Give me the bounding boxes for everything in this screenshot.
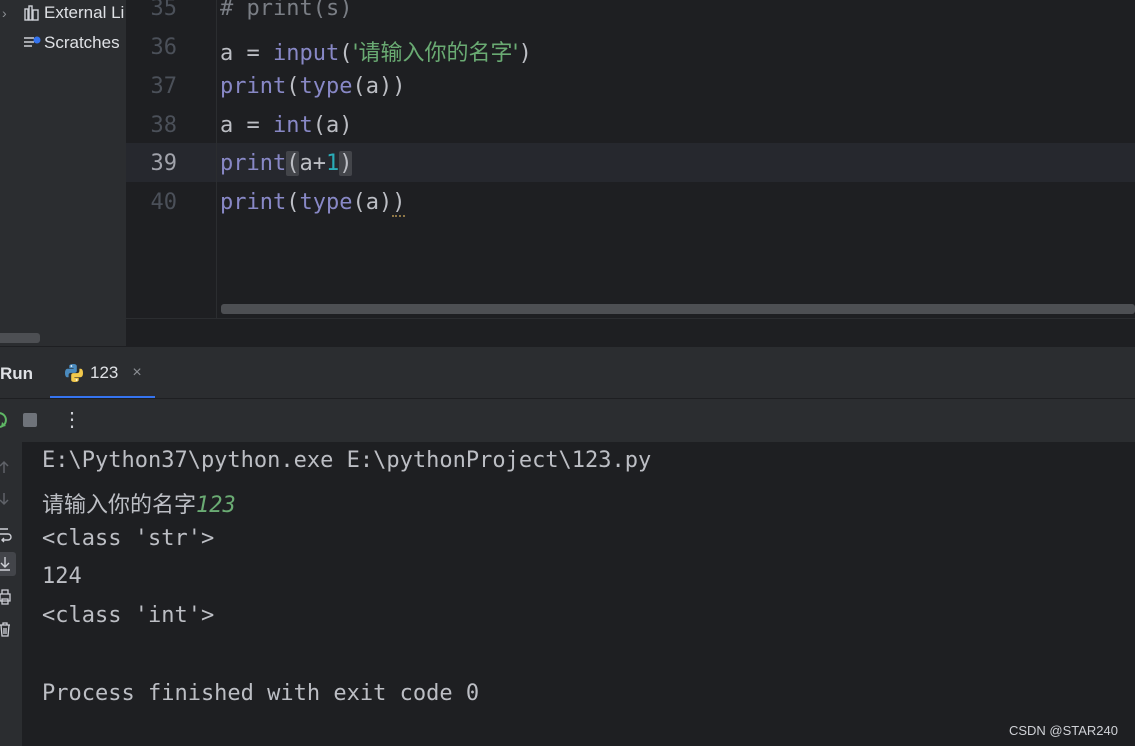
console-line-exit: Process finished with exit code 0 — [42, 681, 480, 706]
code-line: a = int(a) — [220, 113, 353, 138]
tree-item-label: Scratches — [44, 33, 120, 52]
line-number: 37 — [150, 74, 178, 99]
scroll-to-end-icon[interactable] — [0, 552, 16, 576]
console-output[interactable]: E:\Python37\python.exe E:\pythonProject\… — [22, 442, 1135, 746]
code-line-current: print(a+1) — [220, 151, 353, 176]
scratches-icon — [23, 35, 41, 51]
line-number: 38 — [150, 113, 178, 138]
code-line: # print(s) — [220, 0, 353, 21]
gutter-separator — [216, 0, 217, 318]
arrow-down-icon[interactable] — [0, 488, 16, 512]
input-prompt: 请输入你的名字 — [42, 493, 197, 518]
project-tree-panel: › External Li Scratches — [0, 0, 126, 346]
code-line: print(type(a)) — [220, 74, 406, 99]
line-number: 36 — [150, 35, 178, 60]
run-tab-label: 123 — [90, 363, 119, 382]
line-number-gutter: 35 36 37 38 39 40 — [126, 0, 216, 318]
editor-bottom-strip — [126, 318, 1135, 347]
line-number-current: 39 — [150, 151, 178, 176]
project-scrollbar[interactable] — [0, 333, 40, 343]
print-icon[interactable] — [0, 586, 16, 610]
user-input-value: 123 — [196, 493, 236, 518]
line-number: 40 — [150, 190, 178, 215]
more-options-icon[interactable]: ⋮ — [62, 407, 82, 432]
rerun-icon[interactable] — [0, 409, 10, 431]
chevron-right-icon[interactable]: › — [2, 5, 14, 21]
console-line-command: E:\Python37\python.exe E:\pythonProject\… — [42, 448, 652, 473]
matched-brace: ) — [339, 151, 353, 176]
console-line: <class 'int'> — [42, 603, 215, 628]
line-number: 35 — [150, 0, 178, 21]
tree-item-external-libraries[interactable]: › External Li — [0, 0, 124, 26]
tree-item-scratches[interactable]: Scratches — [0, 30, 120, 56]
run-tab-123[interactable]: 123 × — [50, 351, 155, 395]
console-line: 124 — [42, 564, 82, 589]
soft-wrap-icon[interactable] — [0, 522, 16, 546]
console-line-input: 请输入你的名字123 — [42, 487, 236, 519]
code-line: print(type(a)) — [220, 190, 406, 217]
run-panel-title: Run — [0, 364, 34, 383]
code-editor[interactable]: 35 36 37 38 39 40 # print(s) a = input('… — [126, 0, 1135, 318]
editor-horizontal-scrollbar[interactable] — [221, 304, 1135, 314]
tree-item-label: External Li — [44, 3, 125, 22]
python-icon — [64, 363, 84, 383]
stop-icon[interactable] — [23, 413, 37, 427]
close-icon[interactable]: × — [132, 364, 141, 382]
run-tool-window-header: Run 123 × — [0, 346, 1135, 399]
run-toolbar: ⋮ — [0, 398, 1135, 443]
library-icon — [23, 5, 41, 21]
matched-brace: ( — [286, 151, 300, 176]
console-line: <class 'str'> — [42, 526, 215, 551]
trash-icon[interactable] — [0, 618, 16, 642]
warning-squiggle: ) — [392, 190, 406, 217]
console-side-toolbar — [0, 442, 22, 746]
arrow-up-icon[interactable] — [0, 455, 16, 479]
watermark: CSDN @STAR240 — [1008, 723, 1118, 738]
code-line: a = input('请输入你的名字') — [220, 41, 532, 66]
